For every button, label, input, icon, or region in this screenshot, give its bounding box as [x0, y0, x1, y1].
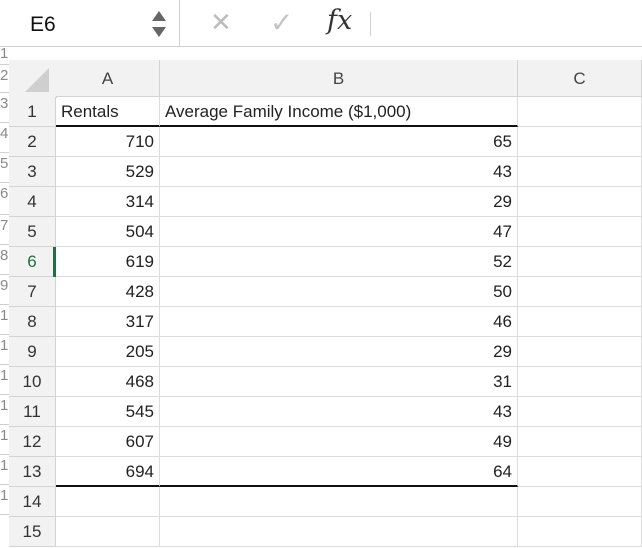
- select-all-icon: [25, 68, 49, 92]
- cell-a13[interactable]: 694: [56, 457, 160, 487]
- cell-a14[interactable]: [56, 487, 160, 517]
- row-header-10[interactable]: 10: [9, 367, 56, 397]
- cell-a1[interactable]: Rentals: [56, 97, 160, 127]
- cell-b4[interactable]: 29: [160, 187, 518, 217]
- name-box[interactable]: E6: [0, 0, 180, 46]
- row-header-1[interactable]: 1: [9, 97, 56, 127]
- column-header-a[interactable]: A: [56, 60, 160, 97]
- row-header-11[interactable]: 11: [9, 397, 56, 427]
- row-header-13[interactable]: 13: [9, 457, 56, 487]
- cell-b12[interactable]: 49: [160, 427, 518, 457]
- cell-b5[interactable]: 47: [160, 217, 518, 247]
- row-header-9[interactable]: 9: [9, 337, 56, 367]
- formula-input[interactable]: [383, 0, 642, 48]
- cell-b14[interactable]: [160, 487, 518, 517]
- cell-c14[interactable]: [518, 487, 642, 517]
- row-header-8[interactable]: 8: [9, 307, 56, 337]
- cell-c2[interactable]: [518, 127, 642, 157]
- cell-b15[interactable]: [160, 517, 518, 547]
- cell-c8[interactable]: [518, 307, 642, 337]
- row-header-2[interactable]: 2: [9, 127, 56, 157]
- cell-a15[interactable]: [56, 517, 160, 547]
- formula-bar-controls: ✕ ✓ fx: [180, 0, 380, 46]
- row-header-4[interactable]: 4: [9, 187, 56, 217]
- cell-b6[interactable]: 52: [160, 247, 518, 277]
- name-box-value[interactable]: E6: [30, 13, 56, 37]
- select-all-corner[interactable]: [9, 60, 57, 98]
- enter-icon[interactable]: ✓: [270, 6, 293, 39]
- cell-c6[interactable]: [518, 247, 642, 277]
- cell-a8[interactable]: 317: [56, 307, 160, 337]
- cell-a12[interactable]: 607: [56, 427, 160, 457]
- row-header-3[interactable]: 3: [9, 157, 56, 187]
- cell-b7[interactable]: 50: [160, 277, 518, 307]
- row-header-7[interactable]: 7: [9, 277, 56, 307]
- cell-b2[interactable]: 65: [160, 127, 518, 157]
- cell-b8[interactable]: 46: [160, 307, 518, 337]
- cell-c7[interactable]: [518, 277, 642, 307]
- row-header-14[interactable]: 14: [9, 487, 56, 517]
- cell-b10[interactable]: 31: [160, 367, 518, 397]
- cell-c15[interactable]: [518, 517, 642, 547]
- cell-b1[interactable]: Average Family Income ($1,000): [160, 97, 518, 127]
- row-header-6[interactable]: 6: [9, 247, 56, 277]
- cell-b3[interactable]: 43: [160, 157, 518, 187]
- cell-a4[interactable]: 314: [56, 187, 160, 217]
- cell-a11[interactable]: 545: [56, 397, 160, 427]
- column-header-c[interactable]: C: [518, 60, 642, 97]
- cell-c13[interactable]: [518, 457, 642, 487]
- cell-a7[interactable]: 428: [56, 277, 160, 307]
- formula-bar: E6 ✕ ✓ fx: [0, 0, 642, 48]
- cell-a10[interactable]: 468: [56, 367, 160, 397]
- formula-bar-divider: [370, 12, 371, 36]
- cell-c5[interactable]: [518, 217, 642, 247]
- cancel-icon[interactable]: ✕: [210, 7, 232, 38]
- cell-c3[interactable]: [518, 157, 642, 187]
- row-header-5[interactable]: 5: [9, 217, 56, 247]
- column-header-b[interactable]: B: [160, 60, 518, 97]
- cell-c11[interactable]: [518, 397, 642, 427]
- cell-c9[interactable]: [518, 337, 642, 367]
- name-box-spinner-icon[interactable]: [150, 8, 168, 40]
- row-header-12[interactable]: 12: [9, 427, 56, 457]
- row-header-15[interactable]: 15: [9, 517, 56, 547]
- cell-a9[interactable]: 205: [56, 337, 160, 367]
- cell-a6[interactable]: 619: [56, 247, 160, 277]
- cell-b11[interactable]: 43: [160, 397, 518, 427]
- cell-a3[interactable]: 529: [56, 157, 160, 187]
- cell-c12[interactable]: [518, 427, 642, 457]
- cell-c1[interactable]: [518, 97, 642, 127]
- insert-function-icon[interactable]: fx: [327, 5, 352, 36]
- cell-c4[interactable]: [518, 187, 642, 217]
- cell-b9[interactable]: 29: [160, 337, 518, 367]
- cell-c10[interactable]: [518, 367, 642, 397]
- cell-a5[interactable]: 504: [56, 217, 160, 247]
- spreadsheet-grid[interactable]: A B C 1 Rentals Average Family Income ($1,000…: [0, 60, 642, 548]
- cell-b13[interactable]: 64: [160, 457, 518, 487]
- cell-a2[interactable]: 710: [56, 127, 160, 157]
